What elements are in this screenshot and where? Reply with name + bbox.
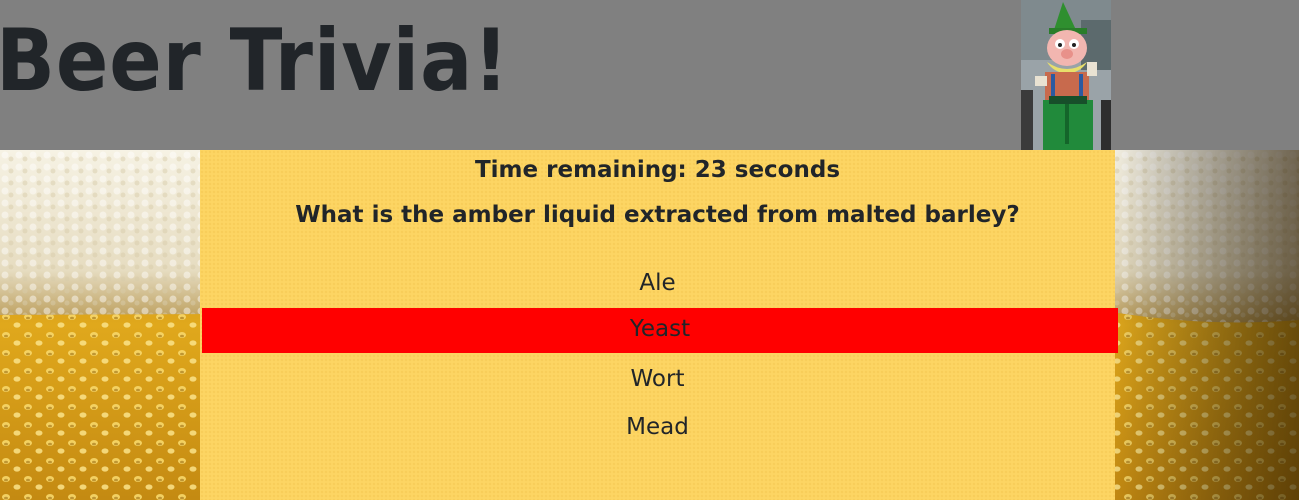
site-header: Beer Trivia! — [0, 0, 1299, 150]
answer-list: Ale Yeast Wort Mead — [200, 259, 1118, 451]
mascot-image — [1021, 0, 1111, 150]
answer-option[interactable]: Mead — [200, 403, 1115, 451]
timer-text: Time remaining: 23 seconds — [474, 157, 841, 183]
answer-option[interactable]: Wort — [200, 355, 1115, 403]
site-title: Beer Trivia! — [0, 11, 510, 111]
question-text: What is the amber liquid extracted from … — [295, 202, 1020, 228]
quiz-panel: Time remaining: 23 seconds What is the a… — [200, 150, 1118, 500]
answer-option[interactable]: Ale — [200, 259, 1115, 307]
answer-option-selected[interactable]: Yeast — [202, 308, 1118, 353]
